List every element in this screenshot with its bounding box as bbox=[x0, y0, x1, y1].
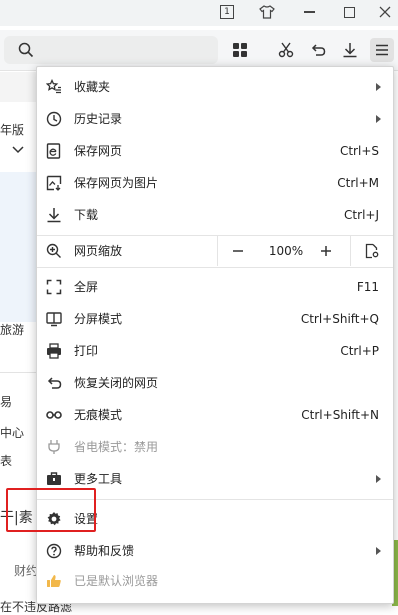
skin-icon[interactable] bbox=[256, 2, 278, 22]
menu-item-save-as-image[interactable]: 保存网页为图片 Ctrl+M bbox=[37, 168, 393, 198]
zoom-settings-icon[interactable] bbox=[364, 243, 380, 259]
menu-item-label: 恢复关闭的网页 bbox=[74, 376, 159, 390]
menu-item-label: 保存网页 bbox=[74, 144, 123, 158]
restore-icon bbox=[46, 375, 62, 391]
maximize-icon[interactable] bbox=[338, 2, 360, 22]
menu-item-label: 历史记录 bbox=[74, 112, 123, 126]
menu-item-label: 省电模式：禁用 bbox=[74, 440, 159, 454]
search-icon bbox=[18, 42, 34, 58]
apps-icon[interactable] bbox=[228, 38, 252, 62]
fullscreen-icon bbox=[46, 279, 62, 295]
tools-icon bbox=[46, 471, 62, 487]
menu-icon[interactable] bbox=[370, 38, 394, 62]
zoom-in-icon[interactable] bbox=[318, 243, 334, 259]
menu-item-split-screen[interactable]: 分屏模式 Ctrl+Shift+Q bbox=[37, 304, 393, 334]
undo-icon[interactable] bbox=[306, 38, 330, 62]
bg-fragment: 年版 bbox=[0, 123, 25, 137]
chevron-down-icon bbox=[12, 146, 24, 154]
menu-item-zoom: 网页缩放 100% bbox=[37, 236, 393, 266]
save-image-icon bbox=[46, 175, 62, 191]
menu-item-shortcut: Ctrl+M bbox=[337, 176, 379, 190]
menu-item-power-saver: 省电模式：禁用 bbox=[37, 432, 393, 462]
menu-item-label: 更多工具 bbox=[74, 472, 123, 486]
menu-item-incognito[interactable]: 无痕模式 Ctrl+Shift+N bbox=[37, 400, 393, 430]
highlight-box bbox=[6, 488, 96, 532]
menu-item-label: 全屏 bbox=[74, 280, 99, 294]
tab-count-label: 1 bbox=[220, 5, 234, 19]
submenu-arrow-icon bbox=[376, 115, 381, 123]
menu-item-shortcut: Ctrl+Shift+N bbox=[301, 408, 379, 422]
menu-item-fullscreen[interactable]: 全屏 F11 bbox=[37, 272, 393, 302]
menu-item-downloads[interactable]: 下载 Ctrl+J bbox=[37, 200, 393, 230]
minimize-icon[interactable] bbox=[298, 2, 320, 22]
zoom-icon bbox=[46, 243, 62, 259]
split-screen-icon bbox=[46, 311, 62, 327]
tab-count-icon[interactable]: 1 bbox=[216, 2, 238, 22]
menu-item-shortcut: Ctrl+P bbox=[340, 344, 379, 358]
bg-fragment: 中心 bbox=[0, 426, 25, 440]
download-icon bbox=[46, 207, 62, 223]
favorites-icon bbox=[46, 79, 62, 95]
help-icon bbox=[46, 543, 62, 559]
menu-item-label: 网页缩放 bbox=[74, 244, 123, 258]
menu-item-label: 打印 bbox=[74, 344, 99, 358]
bg-fragment: 易 bbox=[0, 395, 13, 409]
submenu-arrow-icon bbox=[376, 83, 381, 91]
bg-fragment: 旅游 bbox=[0, 323, 25, 337]
submenu-arrow-icon bbox=[376, 547, 381, 555]
power-saver-icon bbox=[46, 439, 62, 455]
menu-item-reopen-closed[interactable]: 恢复关闭的网页 bbox=[37, 368, 393, 398]
zoom-controls: 100% bbox=[217, 236, 394, 266]
menu-item-shortcut: Ctrl+J bbox=[344, 208, 379, 222]
submenu-arrow-icon bbox=[376, 475, 381, 483]
scissors-icon[interactable] bbox=[274, 38, 298, 62]
menu-separator bbox=[37, 267, 393, 268]
menu-item-history[interactable]: 历史记录 bbox=[37, 104, 393, 134]
download-icon[interactable] bbox=[338, 38, 362, 62]
zoom-value: 100% bbox=[268, 244, 304, 258]
menu-item-label: 分屏模式 bbox=[74, 312, 123, 326]
search-box[interactable] bbox=[4, 36, 218, 64]
menu-item-label: 帮助和反馈 bbox=[74, 544, 135, 558]
history-icon bbox=[46, 111, 62, 127]
menu-item-print[interactable]: 打印 Ctrl+P bbox=[37, 336, 393, 366]
menu-item-help[interactable]: 帮助和反馈 bbox=[37, 536, 393, 566]
menu-item-label: 已是默认浏览器 bbox=[74, 574, 159, 588]
bg-fragment: 财约 bbox=[14, 564, 39, 578]
bg-fragment: 表 bbox=[0, 454, 13, 468]
menu-item-favorites[interactable]: 收藏夹 bbox=[37, 72, 393, 102]
menu-item-save-page[interactable]: 保存网页 Ctrl+S bbox=[37, 136, 393, 166]
menu-item-shortcut: Ctrl+Shift+Q bbox=[300, 312, 379, 326]
menu-item-label: 无痕模式 bbox=[74, 408, 123, 422]
incognito-icon bbox=[46, 407, 62, 423]
print-icon bbox=[46, 343, 62, 359]
menu-item-label: 保存网页为图片 bbox=[74, 176, 159, 190]
menu-item-shortcut: F11 bbox=[356, 280, 379, 294]
menu-item-shortcut: Ctrl+S bbox=[339, 144, 379, 158]
title-bar: 1 bbox=[0, 0, 398, 26]
save-page-icon bbox=[46, 143, 62, 159]
menu-item-label: 下载 bbox=[74, 208, 99, 222]
menu-item-label: 收藏夹 bbox=[74, 80, 111, 94]
zoom-out-icon[interactable] bbox=[230, 243, 246, 259]
toolbar bbox=[0, 30, 398, 71]
close-icon[interactable] bbox=[374, 2, 396, 22]
default-browser-icon bbox=[46, 573, 62, 589]
menu-item-default-browser: 已是默认浏览器 bbox=[37, 566, 393, 596]
